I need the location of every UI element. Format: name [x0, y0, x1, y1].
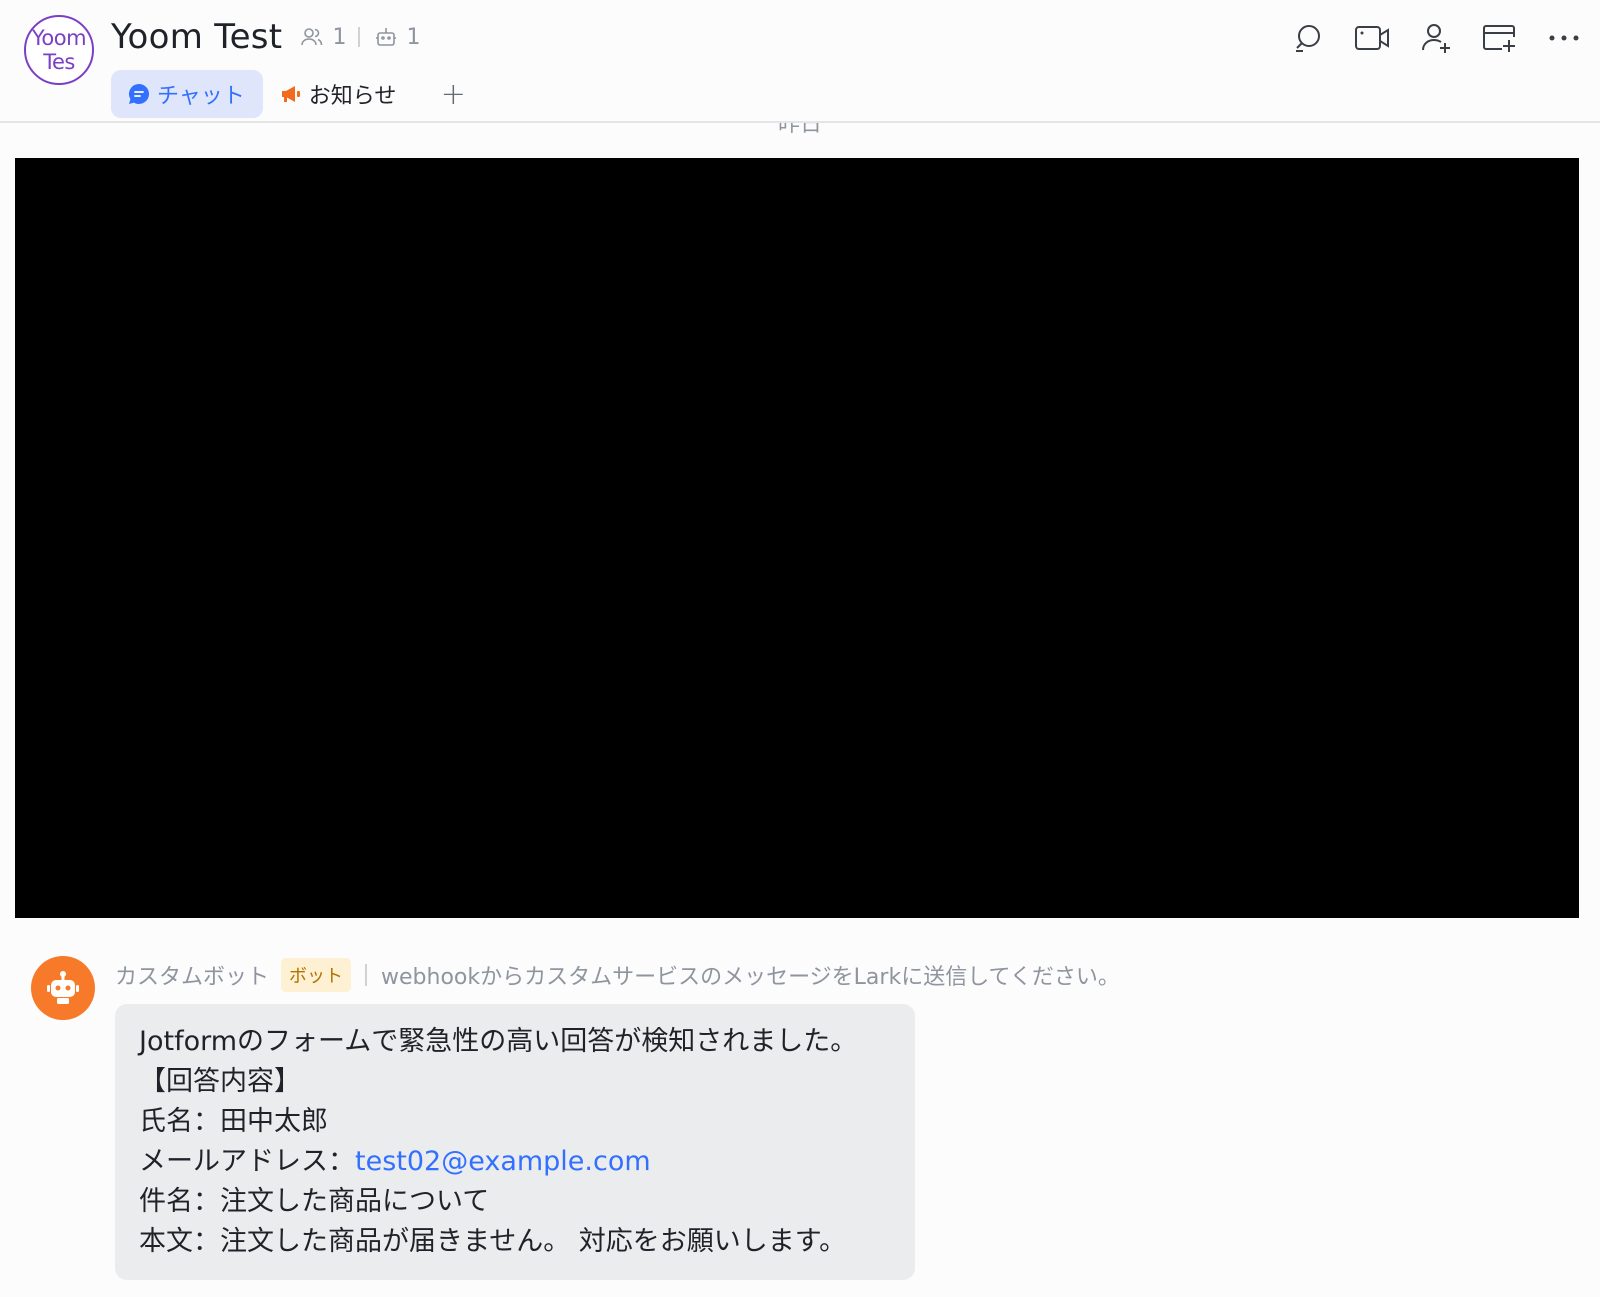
message-line: メールアドレス：test02@example.com [139, 1142, 891, 1182]
message-line: 氏名：田中太郎 [139, 1106, 328, 1137]
chat-tabs: チャット お知らせ + [111, 70, 468, 118]
avatar-text-line-2: Tes [43, 50, 75, 74]
search-icon [1296, 25, 1320, 52]
add-tab-toolbar-button[interactable] [1478, 16, 1522, 60]
search-button[interactable] [1286, 16, 1330, 60]
chat-title[interactable]: Yoom Test [111, 17, 282, 57]
message-line: Jotformのフォームで緊急性の高い回答が検知されました。 [139, 1026, 858, 1057]
bot-badge: ボット [281, 958, 352, 992]
message-line: 【回答内容】 [139, 1066, 301, 1097]
bot-icon [376, 28, 397, 46]
add-member-icon [1422, 24, 1450, 53]
bot-count: 1 [406, 24, 421, 50]
message-line: 本文：注文した商品が届きません。 対応をお願いします。 [139, 1226, 847, 1257]
add-tab-button[interactable]: + [438, 77, 468, 112]
add-member-button[interactable] [1414, 16, 1458, 60]
email-link[interactable]: test02@example.com [355, 1146, 651, 1177]
email-label: メールアドレス： [139, 1146, 355, 1177]
redacted-media-block [15, 158, 1579, 918]
tab-announcements-label: お知らせ [308, 84, 397, 109]
member-count: 1 [332, 24, 347, 50]
member-meta[interactable]: 1 1 [300, 25, 432, 50]
bot-avatar[interactable] [31, 956, 95, 1020]
bot-description: webhookからカスタムサービスのメッセージをLarkに送信してください。 [381, 965, 1120, 990]
tab-chat-label: チャット [157, 84, 245, 109]
more-icon [1549, 35, 1579, 41]
megaphone-icon [281, 86, 300, 102]
sender-name[interactable]: カスタムボット [115, 959, 269, 991]
more-button[interactable] [1542, 16, 1586, 60]
meta-separator [358, 27, 361, 47]
members-icon [301, 28, 323, 46]
chat-bubble-icon [129, 84, 150, 104]
tab-announcements[interactable]: お知らせ [269, 70, 415, 118]
video-call-icon [1355, 26, 1389, 50]
robot-icon [47, 971, 79, 1004]
header-toolbar [1286, 16, 1600, 60]
message-bubble[interactable]: Jotformのフォームで緊急性の高い回答が検知されました。 【回答内容】 氏名… [115, 1004, 915, 1280]
message-line: 件名：注文した商品について [139, 1186, 490, 1217]
tab-chat[interactable]: チャット [111, 70, 263, 118]
add-tab-icon [1483, 25, 1515, 52]
group-avatar[interactable]: Yoom Tes [24, 15, 94, 85]
message-header: カスタムボット ボット webhookからカスタムサービスのメッセージをLark… [115, 958, 1120, 992]
avatar-text-line-1: Yoom [31, 26, 87, 50]
video-call-button[interactable] [1350, 16, 1394, 60]
title-row: Yoom Test 1 1 [111, 14, 432, 60]
header-separator [365, 964, 368, 986]
chat-header: Yoom Tes Yoom Test 1 1 チャット お知らせ + [0, 0, 1600, 123]
